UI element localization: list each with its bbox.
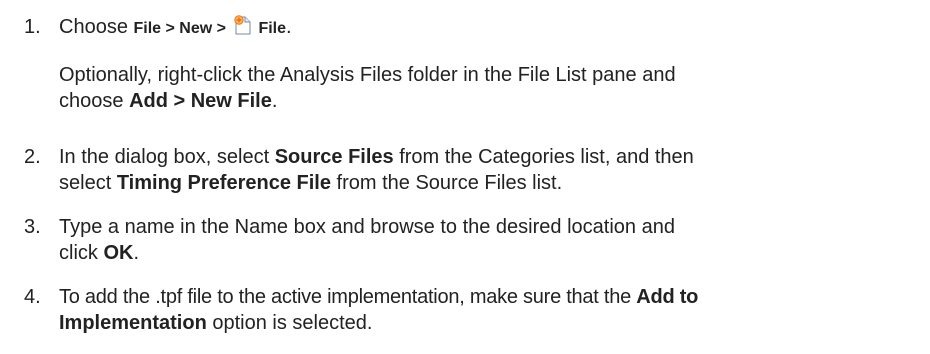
timing-preference-file-term: Timing Preference File [116,172,331,194]
step-line-2: click OK. [59,242,140,264]
step-text: Type a name in the Name box and browse t… [59,214,919,266]
step-line-1: In the dialog box, select Source Files f… [59,146,694,168]
new-file-icon [232,14,254,43]
add-to-term: Add to [636,286,699,308]
ok-term: OK [103,242,134,264]
step-number: 1. [24,16,41,38]
source-files-term: Source Files [274,146,394,168]
implementation-term: Implementation [59,312,207,334]
step-text: In the dialog box, select Source Files f… [59,144,919,196]
step-text: To add the .tpf file to the active imple… [59,284,919,336]
optional-line-1: Optionally, right-click the Analysis Fil… [59,64,676,86]
step-number: 3. [24,216,41,238]
menu-file-item: File [258,20,286,37]
optional-paragraph: Optionally, right-click the Analysis Fil… [59,62,919,114]
step-line-2: Implementation option is selected. [59,312,373,334]
step-line-1: Type a name in the Name box and browse t… [59,216,675,238]
menu-file: File [133,20,162,37]
step-line-2: select Timing Preference File from the S… [59,172,563,194]
add-new-file-path: Add > New File [129,90,272,112]
menu-new: New [179,20,213,37]
optional-line-2: choose Add > New File. [59,90,278,112]
step-line-1: To add the .tpf file to the active imple… [59,286,699,308]
step-number: 4. [24,286,41,308]
step-text: Choose File > New > File. [59,14,919,43]
step-number: 2. [24,146,41,168]
document-body: 1. Choose File > New > File. Optionally,… [0,0,930,354]
